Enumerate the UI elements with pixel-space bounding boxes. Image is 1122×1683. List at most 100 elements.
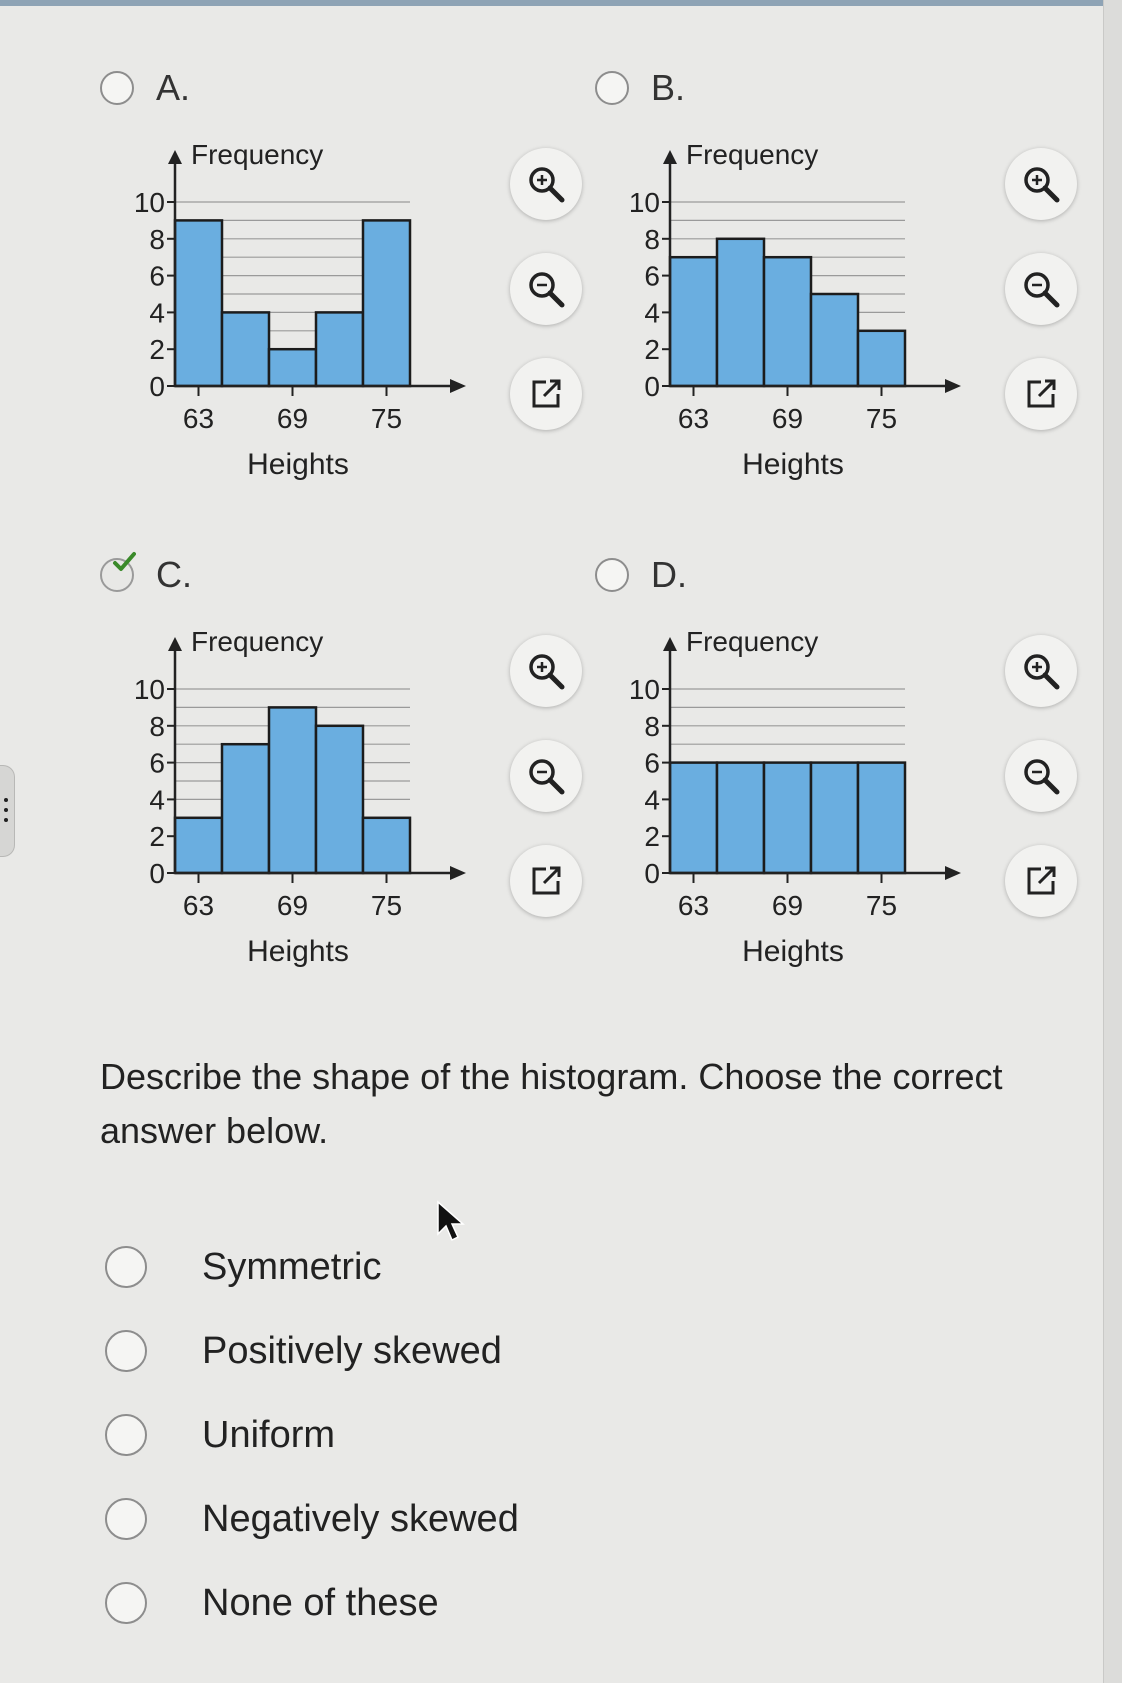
y-tick-label: 10 (629, 674, 660, 705)
option-d-radio[interactable] (595, 558, 629, 592)
chart-tools (510, 635, 590, 965)
answer-radio[interactable] (105, 1330, 147, 1372)
answer-uniform[interactable]: Uniform (105, 1393, 519, 1477)
histogram-a: 0 2 4 6 8 10 63 69 75 Frequency Heights (134, 139, 466, 481)
y-tick-label: 4 (644, 784, 660, 815)
open-new-window-button[interactable] (1005, 358, 1077, 430)
x-axis-arrow (945, 379, 961, 393)
zoom-out-button[interactable] (510, 253, 582, 325)
answer-radio[interactable] (105, 1246, 147, 1288)
y-tick-label: 6 (644, 261, 660, 292)
answer-label: Uniform (202, 1413, 336, 1456)
answer-radio[interactable] (105, 1498, 147, 1540)
x-tick-label: 75 (371, 890, 402, 921)
option-d-header[interactable]: D. (595, 554, 687, 595)
open-new-window-icon (532, 379, 561, 408)
option-a-header[interactable]: A. (100, 67, 190, 108)
side-panel-handle[interactable] (0, 765, 15, 857)
y-tick-label: 8 (644, 711, 660, 742)
y-tick-label: 4 (644, 297, 660, 328)
x-tick-label: 63 (183, 403, 214, 434)
answer-radio[interactable] (105, 1414, 147, 1456)
zoom-in-button[interactable] (510, 635, 582, 707)
answer-positively-skewed[interactable]: Positively skewed (105, 1309, 519, 1393)
y-axis-arrow (663, 637, 677, 651)
answer-radio[interactable] (105, 1582, 147, 1624)
y-tick-label: 0 (644, 858, 660, 889)
option-b[interactable]: B. 0 2 4 6 8 10 63 69 75 Frequency Heights (595, 67, 1095, 528)
y-tick-label: 2 (644, 334, 660, 365)
histogram-bar (856, 329, 907, 388)
histogram-bar (668, 761, 719, 875)
x-tick-label: 75 (371, 403, 402, 434)
x-tick-label: 69 (772, 890, 803, 921)
histogram-bar (856, 761, 907, 875)
zoom-in-icon (529, 167, 565, 203)
y-axis-arrow (663, 150, 677, 164)
x-tick-label: 75 (866, 890, 897, 921)
histogram-bar (809, 292, 860, 388)
zoom-in-button[interactable] (1005, 148, 1077, 220)
y-tick-label: 6 (644, 748, 660, 779)
handle-dot (4, 808, 8, 812)
open-new-window-button[interactable] (510, 358, 582, 430)
answer-list: Symmetric Positively skewed Uniform Nega… (105, 1225, 519, 1645)
histogram-bar (715, 761, 766, 875)
option-c[interactable]: C. 0 2 4 6 8 10 63 69 75 Frequency Heights (100, 552, 600, 1015)
scrollbar-track[interactable] (1103, 0, 1122, 1683)
option-a-radio[interactable] (100, 71, 134, 105)
zoom-out-button[interactable] (1005, 740, 1077, 812)
answer-label: Symmetric (202, 1245, 382, 1288)
option-letter: C. (156, 554, 192, 595)
y-tick-label: 2 (149, 821, 165, 852)
x-tick-label: 75 (866, 403, 897, 434)
zoom-out-button[interactable] (1005, 253, 1077, 325)
option-a[interactable]: A. 0 2 4 6 8 10 63 69 75 Frequency Heights (100, 67, 600, 528)
x-axis-label: Heights (742, 448, 844, 481)
y-tick-label: 10 (134, 187, 165, 218)
handle-dot (4, 798, 8, 802)
y-axis-label: Frequency (191, 626, 323, 657)
x-axis-label: Heights (742, 935, 844, 968)
zoom-out-icon (1024, 759, 1060, 795)
zoom-in-button[interactable] (1005, 635, 1077, 707)
open-new-window-icon (532, 866, 561, 895)
answer-label: None of these (202, 1581, 439, 1624)
histogram-bar (668, 255, 719, 388)
zoom-in-button[interactable] (510, 148, 582, 220)
y-tick-label: 8 (149, 224, 165, 255)
y-tick-label: 10 (629, 187, 660, 218)
option-c-header[interactable]: C. (100, 552, 192, 595)
open-new-window-button[interactable] (510, 845, 582, 917)
option-d[interactable]: D. 0 2 4 6 8 10 63 69 75 Frequency Heights (595, 554, 1095, 1015)
open-new-window-button[interactable] (1005, 845, 1077, 917)
zoom-in-icon (1024, 167, 1060, 203)
y-tick-label: 2 (149, 334, 165, 365)
zoom-out-icon (529, 272, 565, 308)
x-axis-label: Heights (247, 448, 349, 481)
x-tick-label: 69 (277, 890, 308, 921)
handle-dot (4, 818, 8, 822)
chart-tools (1005, 635, 1085, 965)
chart-tools (510, 148, 590, 478)
histogram-bar (267, 347, 318, 388)
histogram-bar (762, 255, 813, 388)
zoom-out-icon (529, 759, 565, 795)
histogram-bar (314, 724, 365, 875)
histogram-bar (267, 706, 318, 875)
zoom-out-button[interactable] (510, 740, 582, 812)
answer-none-of-these[interactable]: None of these (105, 1561, 519, 1645)
zoom-out-icon (1024, 272, 1060, 308)
y-axis-arrow (168, 637, 182, 651)
option-c-radio[interactable] (100, 552, 136, 592)
answer-label: Positively skewed (202, 1329, 502, 1372)
option-b-radio[interactable] (595, 71, 629, 105)
answer-negatively-skewed[interactable]: Negatively skewed (105, 1477, 519, 1561)
histogram-bar (314, 311, 365, 388)
option-b-header[interactable]: B. (595, 67, 685, 108)
top-bar (0, 0, 1122, 6)
y-tick-label: 6 (149, 748, 165, 779)
zoom-in-icon (1024, 654, 1060, 690)
y-tick-label: 2 (644, 821, 660, 852)
histogram-b: 0 2 4 6 8 10 63 69 75 Frequency Heights (629, 139, 961, 481)
